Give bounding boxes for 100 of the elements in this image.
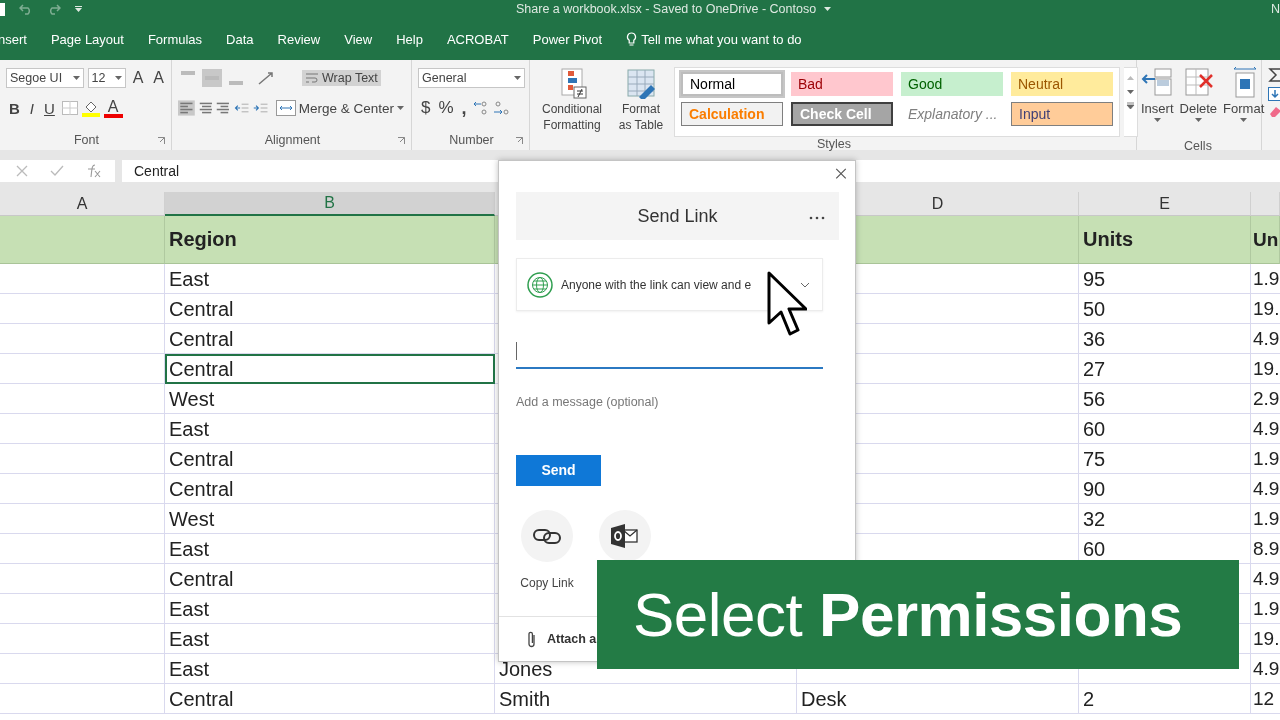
redo-icon[interactable] [47,3,61,15]
cells-icon [1182,67,1215,99]
dialog-launcher-icon[interactable] [158,137,165,144]
customize-caret-icon[interactable] [75,6,82,12]
scroll-up-icon[interactable] [1126,74,1135,82]
eraser-icon[interactable] [1268,105,1280,117]
caret-icon [824,7,832,11]
comma-button[interactable]: , [458,96,470,120]
align-center-icon[interactable] [198,101,213,115]
font-color-button[interactable]: A [103,98,123,118]
attach-copy-button[interactable]: Attach a [527,630,597,648]
dialog-launcher-icon[interactable] [516,137,523,144]
ribbon-tab[interactable]: Data [226,27,254,51]
increase-decimal-icon[interactable] [471,100,490,116]
dialog-launcher-icon[interactable] [398,137,405,144]
close-icon[interactable] [835,168,847,180]
column-header[interactable]: B [165,192,495,216]
table-cell-text: West [168,386,216,412]
font-size-field[interactable]: 12 [87,68,126,88]
caption-text: Select Permissions [633,579,1183,650]
ribbon-tab[interactable]: Page Layout [50,27,124,51]
number-format-field[interactable]: General [418,68,525,88]
table-cell-text: East [168,626,211,652]
conditional-formatting-button[interactable]: Conditional Formatting [536,67,608,137]
table-cell-text: 4.9 [1252,327,1280,351]
enter-icon[interactable] [50,165,64,177]
fill-color-icon[interactable] [81,99,100,117]
ribbon-tab[interactable]: Review [277,27,321,51]
decrease-decimal-icon[interactable] [491,100,510,116]
merge-icon [275,100,296,116]
text-cursor [516,341,517,360]
cell-style[interactable]: Neutral [1011,72,1113,96]
caret-icon [114,76,122,80]
currency-button[interactable]: $ [418,97,434,119]
table-cell-text: Jones [498,656,554,682]
wrap-text-button[interactable]: Wrap Text [302,70,381,86]
more-styles-icon[interactable] [1126,102,1135,110]
cell-style[interactable]: Bad [791,72,893,96]
cell-style[interactable]: Input [1011,102,1113,126]
shrink-font-button[interactable]: A [150,68,167,88]
percent-button[interactable]: % [435,97,457,119]
cell-command-button[interactable]: Insert [1139,67,1176,139]
column-header[interactable]: E [1079,192,1251,216]
italic-button[interactable]: I [26,98,37,118]
tell-me-search[interactable]: Tell me what you want to do [626,27,802,51]
table-cell-text: 75 [1082,446,1107,472]
cell-command-button[interactable]: Delete [1177,67,1220,139]
send-button[interactable]: Send [516,454,601,486]
cell-style[interactable]: Good [901,72,1003,96]
table-cell-text: East [168,266,211,292]
table-cell-text: Central [168,686,235,712]
ribbon-tab[interactable]: ACROBAT [446,27,509,51]
ribbon-tab[interactable]: Formulas [147,27,203,51]
table-cell-text: 32 [1082,506,1107,532]
table-cell-text: 1.9 [1252,267,1280,291]
align-left-icon[interactable] [178,98,195,118]
increase-indent-icon[interactable] [253,101,269,115]
decrease-indent-icon[interactable] [234,101,250,115]
table-cell-text: Central [168,446,235,472]
caret-icon [1153,118,1161,122]
column-header[interactable]: A [0,192,165,216]
header-cell: Un [1251,216,1280,264]
table-cell-text: 19. [1252,297,1280,321]
cancel-icon[interactable] [16,165,28,177]
permission-dropdown[interactable]: Anyone with the link can view and e [516,257,823,312]
caret-icon [397,106,404,110]
table-cell-text: 95 [1082,266,1107,292]
font-name-field[interactable]: Segoe UI [6,68,84,88]
bold-button[interactable]: B [6,98,23,118]
cells-icon [1141,67,1174,99]
table-cell-text: Central [168,566,235,592]
merge-center-button[interactable]: Merge & Center [272,99,407,117]
ribbon-tab[interactable]: Power Pivot [532,27,603,51]
cell-style[interactable]: Normal [681,72,783,96]
ribbon-tab[interactable]: View [344,27,373,51]
cell-command-button[interactable]: Format [1221,67,1267,139]
group-label: Styles [816,137,851,151]
align-right-icon[interactable] [216,101,231,115]
format-as-table-button[interactable]: Format as Table [612,67,670,137]
table-cell-text: 36 [1082,326,1107,352]
table-cell-text: 2.9 [1252,387,1280,411]
grow-font-button[interactable]: A [129,68,147,88]
table-cell-text: 8.9 [1252,537,1280,561]
underline-button[interactable]: U [41,98,58,118]
caret-icon [1194,118,1202,122]
group-label: Cells [1184,139,1212,153]
more-options-icon[interactable] [809,216,825,221]
group-label: Alignment [264,133,321,147]
insert-function-icon[interactable] [86,164,102,178]
table-cell-text: 4.9 [1252,567,1280,591]
autosum-icon[interactable] [1268,67,1280,83]
undo-icon[interactable] [19,3,33,15]
fill-down-icon[interactable] [1268,87,1280,101]
table-cell-text: East [168,596,211,622]
globe-icon [527,271,553,298]
ribbon-tab[interactable]: Help [396,27,423,51]
table-cell-text: 2 [1082,686,1096,712]
paperclip-icon [527,630,537,648]
scroll-down-icon[interactable] [1126,88,1135,96]
table-cell-text: 60 [1082,416,1107,442]
